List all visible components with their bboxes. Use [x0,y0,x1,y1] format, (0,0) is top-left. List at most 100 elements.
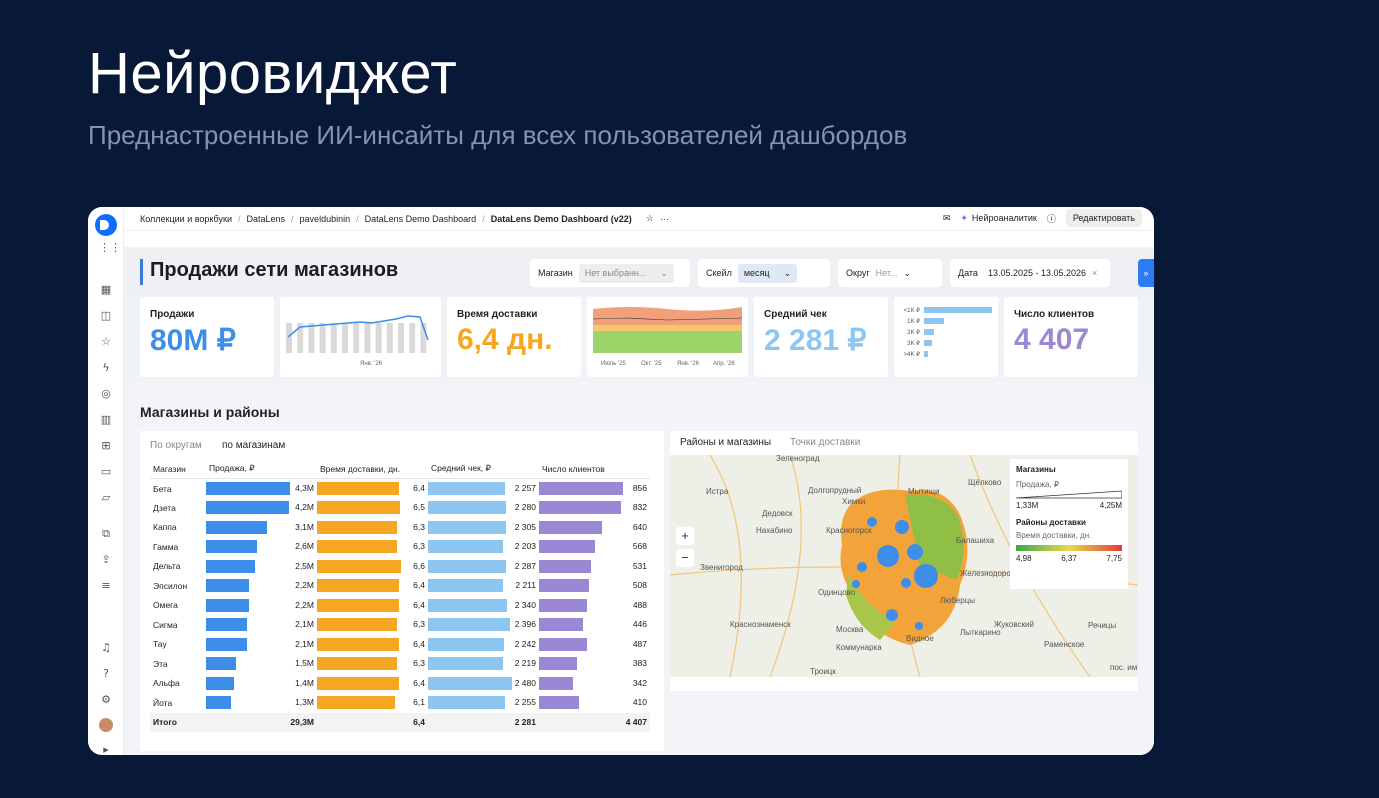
bar-fill [317,559,402,573]
table-row[interactable]: Эта 1,5M 6,3 2 219 383 [150,654,650,674]
map-place-label: Лыткарино [960,628,1001,637]
folder-icon[interactable]: ▱ [99,491,113,505]
tab-by-store[interactable]: по магазинам [222,440,285,451]
zoom-out-button[interactable]: − [676,549,694,567]
map-place-label: Троицк [810,667,836,676]
star-icon[interactable]: ☆ [646,213,654,224]
breadcrumb: Коллекции и воркбуки / DataLens / paveldub… [124,207,1154,231]
kpi-delivery-label: Время доставки [457,309,538,320]
dashboards-icon[interactable]: ▦ [99,283,113,297]
cell-store: Сигма [153,619,178,630]
monitor-icon[interactable]: ▭ [99,465,113,479]
table-row[interactable]: Каппа 3,1M 6,3 2 305 640 [150,518,650,538]
table-row[interactable]: Гамма 2,6M 6,3 2 203 568 [150,537,650,557]
bar-fill [317,540,398,553]
tab-by-district[interactable]: По округам [150,440,202,451]
col-sales[interactable]: Продажа, ₽ [206,459,317,479]
moscow-map[interactable]: Зеленоград Истра Химки Мытищи Щёлково Долгопр… [670,455,1138,677]
cell-value: 4,3M [295,483,314,493]
hist-label: 1K ₽ [907,318,920,325]
table-row[interactable]: Альфа 1,4M 6,4 2 480 342 [150,674,650,694]
legend-min: 1,33M [1016,501,1039,510]
breadcrumb-collections[interactable]: Коллекции и воркбуки [140,214,232,224]
info-icon[interactable]: ⓘ [1047,212,1056,225]
charts-icon[interactable]: ▥ [99,413,113,427]
mail-icon[interactable]: ✉ [943,213,951,224]
col-store[interactable]: Магазин [150,459,206,479]
scale-filter[interactable]: Скейл месяц ⌄ [698,259,830,287]
table-row[interactable]: Йота 1,3M 6,1 2 255 410 [150,693,650,713]
table-row[interactable]: Дзета 4,2M 6,5 2 280 832 [150,498,650,518]
clear-icon[interactable]: × [1092,268,1097,278]
cell-value: 531 [632,560,647,571]
zoom-in-button[interactable]: + [676,527,694,545]
table-row[interactable]: Омега 2,2M 6,4 2 340 488 [150,596,650,616]
store-filter[interactable]: Магазин Нет выбранн... ⌄ [530,259,690,287]
map-place-label: Одинцово [818,588,856,597]
apps-grid-icon[interactable]: ⋮⋮ [99,241,121,255]
favorites-icon[interactable]: ☆ [99,335,113,349]
bar-fill [428,676,513,690]
cell-bar: 1,3M [206,693,317,713]
map-place-label: Красногорск [826,526,872,535]
col-check[interactable]: Средний чек, ₽ [428,459,539,479]
sales-spark-svg: Янв. '26 [286,315,429,367]
cell-value: 2,5M [295,560,314,571]
help-icon[interactable]: ? [99,667,113,681]
edit-button[interactable]: Редактировать [1065,209,1142,227]
bar-fill [206,501,289,514]
table-row[interactable]: Бета 4,3M 6,4 2 257 856 [150,479,650,499]
bar-fill [317,696,395,709]
bar-fill [206,482,291,495]
district-filter-value[interactable]: Нет... [876,268,898,278]
cell-value: 2 287 [514,560,536,571]
collapse-button[interactable]: » [1138,259,1154,287]
bell-icon[interactable]: ♫ [99,641,113,655]
bar-fill [539,696,580,709]
more-icon[interactable]: ··· [660,214,669,224]
date-filter[interactable]: Дата 13.05.2025 - 13.05.2026 × [950,259,1110,287]
avatar[interactable] [99,718,113,732]
cell-value: 446 [632,619,647,629]
col-delivery[interactable]: Время доставки, дн. [317,459,428,479]
tab-districts-stores[interactable]: Районы и магазины [680,437,771,448]
table-row[interactable]: Эпсилон 2,2M 6,4 2 211 508 [150,576,650,596]
breadcrumb-user[interactable]: paveldubinin [300,214,351,224]
expand-icon[interactable]: ▸ [99,743,113,755]
table-row[interactable]: Дельта 2,5M 6,6 2 287 531 [150,557,650,577]
cell-value: 6,3 [413,521,425,532]
tab-delivery-points[interactable]: Точки доставки [790,437,860,448]
map-place-label: Звенигород [700,563,743,572]
bar-fill [539,598,588,612]
map-place-label: Балашиха [956,536,995,545]
cell-bar: 2 203 [428,537,539,557]
cell-store: Дельта [153,561,181,572]
store-filter-value[interactable]: Нет выбранн... [585,268,647,279]
map-place-label: Зеленоград [776,455,820,463]
cell-value: 342 [632,677,647,688]
settings-sliders-icon[interactable]: ≡ [99,579,113,593]
copy-icon[interactable]: ⧉ [99,527,113,541]
cell-store: Омега [153,600,178,611]
gear-icon[interactable]: ⚙ [99,693,113,707]
scale-filter-value[interactable]: месяц [744,268,770,279]
breadcrumb-datalens[interactable]: DataLens [247,214,286,224]
spark-bar [353,323,360,353]
collections-icon[interactable]: ◫ [99,309,113,323]
share-icon[interactable]: ⇪ [99,553,113,567]
datalens-logo[interactable] [95,214,117,236]
col-clients[interactable]: Число клиентов [539,459,650,479]
bar-fill [428,696,505,709]
district-filter[interactable]: Округ Нет... ⌄ [838,259,942,287]
connections-icon[interactable]: ◎ [99,387,113,401]
breadcrumb-dashboard[interactable]: DataLens Demo Dashboard [365,214,477,224]
cell-bar: 6,3 [317,654,428,674]
lightning-icon[interactable]: ϟ [99,361,113,375]
table-row[interactable]: Тау 2,1M 6,4 2 242 487 [150,635,650,655]
date-filter-value[interactable]: 13.05.2025 - 13.05.2026 [988,268,1086,278]
table-row[interactable]: Сигма 2,1M 6,3 2 396 446 [150,615,650,635]
datasets-icon[interactable]: ⊞ [99,439,113,453]
hist-label: 2K ₽ [907,329,920,336]
ai-analyst-button[interactable]: Нейроаналитик [972,213,1037,223]
cell-bar: 342 [539,674,650,694]
